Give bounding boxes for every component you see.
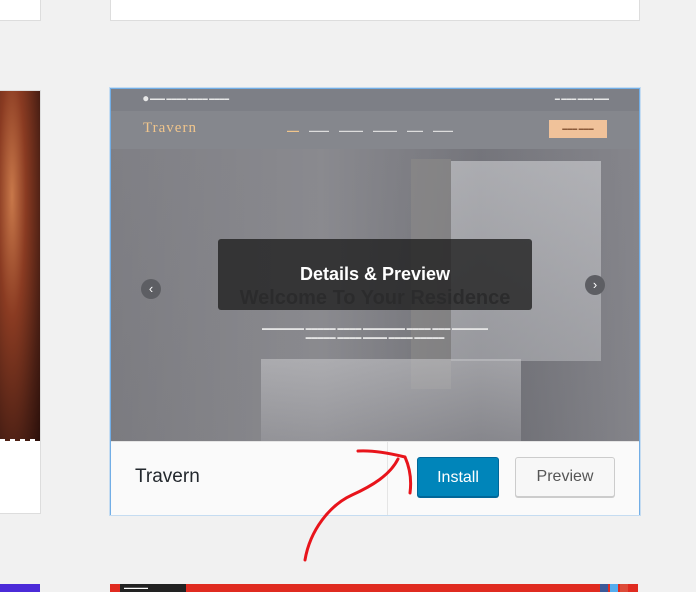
install-button[interactable]: Install [417,457,499,497]
theme-card-below-left [0,584,40,592]
screenshot-logo: Travern [143,120,197,136]
screenshot-menu: ▬▬▬ ▬▬▬▬▬ ▬▬▬▬▬▬ ▬▬▬▬▬▬ ▬▬▬▬ ▬▬▬▬▬ [287,128,453,133]
theme-card-footer: Travern Install Preview [111,441,639,515]
screenshot-topbar: ⬤ ▬▬▬ ▬▬▬▬ ▬▬▬▬ ▬▬▬▬ ▬ ▬▬▬ ▬▬▬ ▬▬▬ [111,89,639,111]
theme-card-below-bar: ▬▬▬▬▬▬ [120,584,186,592]
preview-button[interactable]: Preview [515,457,615,497]
theme-card-above [110,0,640,21]
theme-card-above-left [0,0,41,21]
theme-card-below-social [600,584,628,592]
screenshot-hero-subtitle: ▬▬▬▬▬▬▬ ▬▬▬▬▬ ▬▬▬▬ ▬▬▬▬▬▬▬ ▬▬▬▬ ▬▬▬ ▬▬▬▬… [261,326,488,341]
hero-bed [261,359,521,441]
theme-card-left[interactable] [0,90,41,514]
screenshot-navbar: Travern ▬▬▬ ▬▬▬▬▬ ▬▬▬▬▬▬ ▬▬▬▬▬▬ ▬▬▬▬ ▬▬▬▬▬ ▬▬… [111,111,639,149]
screenshot-phone: ▬ ▬▬▬ ▬▬▬ ▬▬▬ [554,96,609,102]
theme-thumbnail-left [0,91,40,447]
theme-name: Travern [135,466,200,487]
theme-screenshot[interactable]: ⬤ ▬▬▬ ▬▬▬▬ ▬▬▬▬ ▬▬▬▬ ▬ ▬▬▬ ▬▬▬ ▬▬▬ Trave… [111,89,639,441]
theme-card-travern[interactable]: ⬤ ▬▬▬ ▬▬▬▬ ▬▬▬▬ ▬▬▬▬ ▬ ▬▬▬ ▬▬▬ ▬▬▬ Trave… [110,88,640,515]
footer-divider [387,442,388,515]
screenshot-address: ⬤ ▬▬▬ ▬▬▬▬ ▬▬▬▬ ▬▬▬▬ [143,96,230,102]
details-preview-overlay[interactable]: Details & Preview [218,239,532,310]
screenshot-book-button: ▬▬▬ ▬▬▬ [549,120,607,138]
theme-card-below[interactable]: ▬▬▬▬▬▬ [110,584,638,592]
